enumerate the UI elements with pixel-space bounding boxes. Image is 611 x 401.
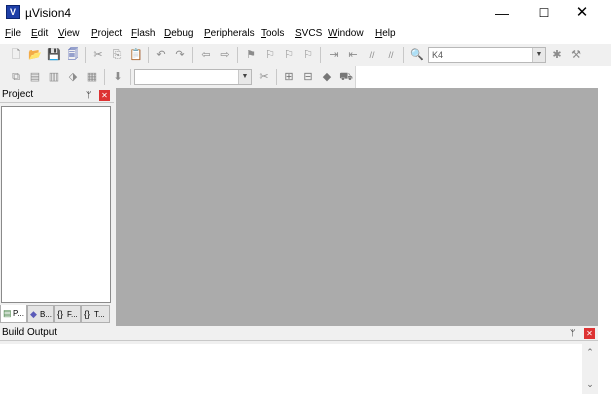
toolbar-separator [403, 47, 404, 63]
toolbar-separator [85, 47, 86, 63]
menu-bar: File Edit View Project Flash Debug Perip… [0, 27, 611, 43]
editor-workspace [116, 88, 598, 326]
unindent-icon[interactable]: ⇤ [345, 47, 361, 63]
menu-file[interactable]: File [5, 28, 21, 39]
project-panel-tabs: ▤P... ◆ B... {} F... {} T... [0, 305, 112, 323]
menu-view[interactable]: View [58, 28, 80, 39]
scroll-up-icon[interactable]: ⌃ [582, 346, 598, 358]
save-icon[interactable]: 💾 [46, 47, 62, 63]
close-button[interactable]: ✕ [564, 0, 600, 26]
find-in-files-icon[interactable]: 🔍 [409, 47, 425, 63]
project-panel-title: Project [2, 89, 34, 100]
toolbar-separator [192, 47, 193, 63]
rebuild-icon[interactable]: ▥ [46, 69, 62, 85]
bookmark-next-icon[interactable]: ⚐ [281, 47, 297, 63]
menu-tools[interactable]: Tools [261, 28, 284, 39]
project-panel: Project ᛘ ✕ ▤P... ◆ B... {} F... {} T... [0, 88, 116, 326]
target-options-icon[interactable]: ✂ [256, 69, 272, 85]
tab-functions[interactable]: {} F... [54, 305, 81, 323]
functions-tab-icon: {} [57, 309, 64, 319]
menu-window[interactable]: Window [328, 28, 364, 39]
configure-icon[interactable]: ⚒ [568, 47, 584, 63]
stop-build-icon[interactable]: ▦ [84, 69, 100, 85]
toolbar-separator [320, 47, 321, 63]
title-bar: V µVision4 — ☐ ✕ [0, 0, 611, 26]
maximize-button[interactable]: ☐ [526, 0, 562, 26]
new-file-icon[interactable]: 🗋 [8, 47, 24, 63]
build-toolbar: ⧉ ▤ ▥ ⬗ ▦ ⬇ ▼ ✂ ⊞ ⊟ ◆ ⛟ [0, 66, 356, 88]
batch-build-icon[interactable]: ⬗ [65, 69, 81, 85]
books-tab-icon: ◆ [30, 309, 37, 319]
menu-debug[interactable]: Debug [164, 28, 193, 39]
pin-icon[interactable]: ᛘ [86, 90, 91, 100]
toolbar-separator [276, 69, 277, 85]
bookmark-prev-icon[interactable]: ⚐ [262, 47, 278, 63]
comment-icon[interactable]: // [364, 47, 380, 63]
project-panel-header: Project ᛘ ✕ [0, 88, 114, 103]
tab-books[interactable]: ◆ B... [27, 305, 54, 323]
save-all-icon[interactable]: 🗐 [65, 47, 81, 63]
bookmark-clear-icon[interactable]: ⚐ [300, 47, 316, 63]
window-title: µVision4 [25, 6, 72, 20]
download-icon[interactable]: ⬇ [110, 69, 126, 85]
navigate-back-icon[interactable]: ⇦ [198, 47, 214, 63]
tab-label: T... [94, 310, 105, 319]
toolbar-separator [130, 69, 131, 85]
toolbar-separator [237, 47, 238, 63]
open-folder-icon[interactable]: 📂 [27, 47, 43, 63]
select-device-icon[interactable]: ◆ [319, 69, 335, 85]
build-output-scrollbar[interactable]: ⌃ ⌄ [582, 344, 598, 394]
uncomment-icon[interactable]: // [383, 47, 399, 63]
redo-icon[interactable]: ↷ [172, 47, 188, 63]
translate-icon[interactable]: ⧉ [8, 69, 24, 85]
close-icon[interactable]: ✕ [584, 328, 595, 339]
chevron-down-icon[interactable]: ▼ [238, 70, 251, 84]
minimize-button[interactable]: — [484, 0, 520, 26]
packs-icon[interactable]: ⛟ [338, 69, 354, 85]
tab-label: F... [67, 310, 78, 319]
menu-help[interactable]: Help [375, 28, 396, 39]
templates-tab-icon: {} [84, 309, 91, 319]
tab-project[interactable]: ▤P... [0, 305, 27, 323]
build-icon[interactable]: ▤ [27, 69, 43, 85]
uvision-app-icon[interactable]: V [6, 5, 20, 19]
find-combo-value: K4 [432, 50, 444, 60]
pin-icon[interactable]: ᛘ [570, 328, 575, 338]
build-output-panel: Build Output ᛘ ✕ ⌃ ⌄ [0, 326, 598, 394]
tab-label: P... [13, 309, 24, 318]
menu-edit[interactable]: Edit [31, 28, 48, 39]
build-output-title: Build Output [2, 327, 58, 338]
project-tree[interactable] [1, 106, 111, 303]
build-output-text[interactable] [0, 344, 598, 394]
debug-session-icon[interactable]: ✱ [549, 47, 565, 63]
find-combo[interactable]: K4 ▼ [428, 47, 546, 63]
menu-peripherals[interactable]: Peripherals [204, 28, 255, 39]
project-tab-icon: ▤ [3, 308, 12, 318]
navigate-forward-icon[interactable]: ⇨ [217, 47, 233, 63]
file-toolbar: 🗋 📂 💾 🗐 ✂ ⎘ 📋 ↶ ↷ ⇦ ⇨ ⚑ ⚐ ⚐ ⚐ ⇥ ⇤ // // … [0, 44, 611, 66]
undo-icon[interactable]: ↶ [153, 47, 169, 63]
tab-label: B... [40, 310, 53, 319]
bookmark-insert-icon[interactable]: ⚑ [243, 47, 259, 63]
cut-icon[interactable]: ✂ [90, 47, 106, 63]
toolbar-separator [104, 69, 105, 85]
menu-project[interactable]: Project [91, 28, 122, 39]
menu-flash[interactable]: Flash [131, 28, 155, 39]
indent-icon[interactable]: ⇥ [326, 47, 342, 63]
copy-icon[interactable]: ⎘ [109, 47, 125, 63]
chevron-down-icon[interactable]: ▼ [532, 48, 545, 62]
manage-components-icon[interactable]: ⊟ [300, 69, 316, 85]
tab-templates[interactable]: {} T... [81, 305, 110, 323]
menu-svcs[interactable]: SVCS [295, 28, 322, 39]
paste-icon[interactable]: 📋 [128, 47, 144, 63]
file-extensions-icon[interactable]: ⊞ [281, 69, 297, 85]
window-edge [598, 88, 611, 394]
target-select[interactable]: ▼ [134, 69, 252, 85]
build-output-header: Build Output ᛘ ✕ [0, 326, 598, 341]
close-icon[interactable]: ✕ [99, 90, 110, 101]
scroll-down-icon[interactable]: ⌄ [582, 378, 598, 390]
toolbar-separator [148, 47, 149, 63]
